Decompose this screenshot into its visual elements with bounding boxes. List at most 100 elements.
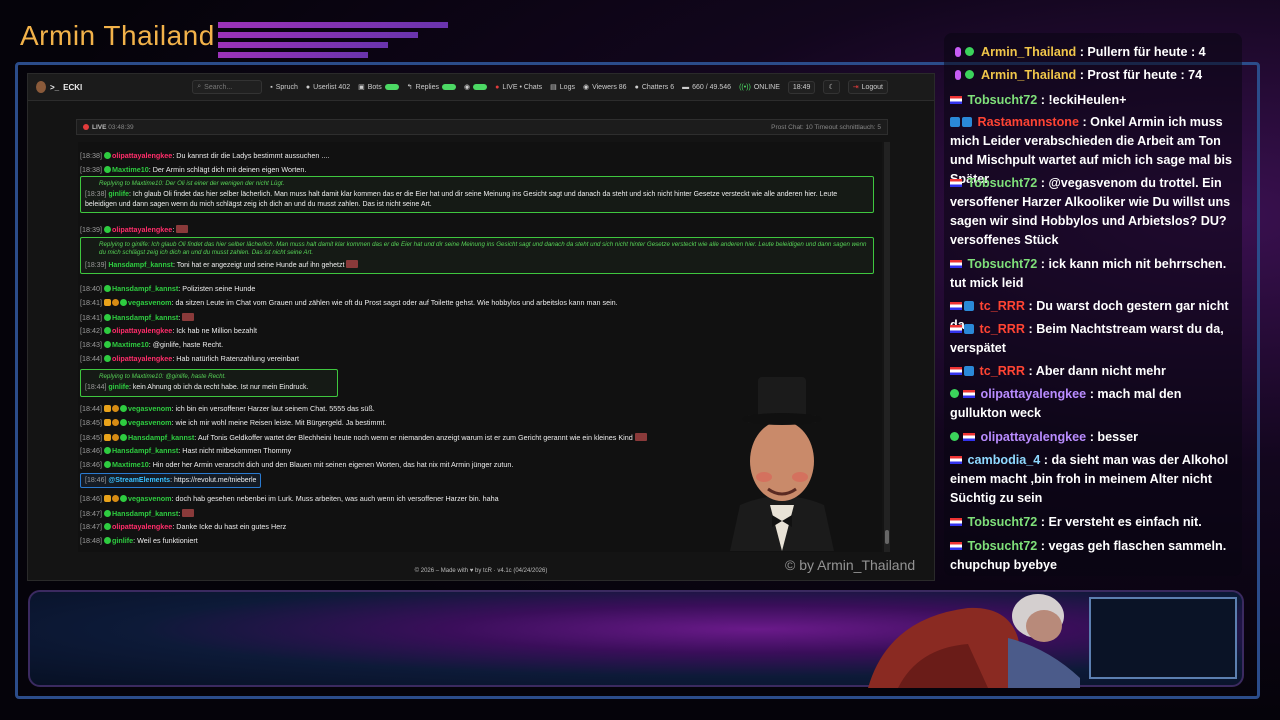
overlay-chat-username: Tobsucht72 <box>967 93 1038 107</box>
live-stats: Prost Chat: 10 Timeout schnittlauch: 5 <box>771 123 881 131</box>
chat-username[interactable]: ginlife <box>112 536 133 545</box>
chat-username[interactable]: @StreamElements <box>108 477 170 484</box>
chat-username[interactable]: Hansdampf_kannst <box>128 433 194 442</box>
reply-context-text: Replying to Maxtime10: Der Oli ist einer… <box>99 180 285 187</box>
message-timestamp: [18:46] <box>85 477 107 484</box>
chatters-counter[interactable]: ● Chatters 6 <box>635 84 675 91</box>
chat-username[interactable]: olipattayalengkee <box>112 151 172 160</box>
chat-username[interactable]: vegasvenom <box>128 404 172 413</box>
userlist-button[interactable]: ● Userlist 402 <box>306 84 350 91</box>
message-timestamp: [18:46] <box>80 494 102 503</box>
verified-icon <box>103 285 111 292</box>
chat-message: [18:40] Hansdampf_kannst: Polizisten sei… <box>80 285 255 292</box>
logs-button[interactable]: ▤ Logs <box>550 83 575 92</box>
chat-username[interactable]: vegasvenom <box>128 494 172 503</box>
reply-body: [18:38] ginlife: Ich glaub Oli findet da… <box>85 190 869 209</box>
clock: 18:49 <box>787 80 816 94</box>
overlay-chat: Armin_Thailand : Pullern für heute : 4 A… <box>944 33 1242 576</box>
chat-username[interactable]: Maxtime10 <box>112 460 149 469</box>
emote-icon <box>182 313 195 321</box>
live-chats-button[interactable]: ● LIVE • Chats <box>495 84 542 91</box>
overlay-chat-message: Tobsucht72 : @vegasvenom du trottel. Ein… <box>950 174 1236 250</box>
chat-username[interactable]: Hansdampf_kannst <box>112 284 178 293</box>
overlay-chat-message: tc_RRR : Aber dann nicht mehr <box>950 362 1236 381</box>
subscriber-badge-icon <box>103 495 111 502</box>
message-text: : <box>178 313 181 322</box>
theme-toggle[interactable]: ☾ <box>823 80 840 94</box>
chat-username[interactable]: vegasvenom <box>128 298 172 307</box>
chat-username[interactable]: olipattayalengkee <box>112 326 172 335</box>
replies-toggle[interactable]: ↰ Replies <box>407 83 456 91</box>
message-text: : Hast nicht mitbekommen Thommy <box>178 446 292 455</box>
replies-switch[interactable] <box>442 84 456 90</box>
verified-icon <box>103 226 111 233</box>
reply-context: Replying to ginlife: Ich glaub Oli finde… <box>85 241 869 258</box>
visibility-toggle[interactable]: ◉ <box>464 83 488 91</box>
message-text: : Ich glaub Oli findet das hier selber l… <box>85 191 838 208</box>
viewers-counter[interactable]: ◉ Viewers 86 <box>583 83 627 92</box>
logout-button[interactable]: ⇥ Logout <box>847 80 889 94</box>
verified-icon <box>119 434 127 441</box>
live-status-bar: LIVE 03:48:39 Prost Chat: 10 Timeout sch… <box>76 119 888 135</box>
reply-body: [18:39] Hansdampf_kannst: Toni hat er an… <box>85 259 869 270</box>
message-timestamp: [18:41] <box>80 298 102 307</box>
message-timestamp: [18:39] <box>80 225 102 234</box>
spruch-button[interactable]: ▪ Spruch <box>270 84 298 91</box>
chat-username[interactable]: Maxtime10 <box>112 165 149 174</box>
online-icon: ((•)) <box>739 83 751 91</box>
chat-username[interactable]: Hansdampf_kannst <box>108 262 173 269</box>
chat-message: [18:41] vegasvenom: da sitzen Leute im C… <box>80 299 618 306</box>
chat-message: [18:38] olipattayalengkee: Du kannst dir… <box>80 152 329 159</box>
message-text: : @ginlife, haste Recht. <box>148 340 224 349</box>
message-timestamp: [18:47] <box>80 522 102 531</box>
overlay-chat-text: : Er versteht es einfach nit. <box>1037 515 1202 529</box>
chat-username[interactable]: vegasvenom <box>128 418 172 427</box>
moderator-badge-icon <box>964 301 974 311</box>
overlay-chat-username: tc_RRR <box>979 299 1026 313</box>
message-timestamp: [18:44] <box>85 384 107 392</box>
chat-username[interactable]: Maxtime10 <box>112 340 149 349</box>
subscriber-badge-icon <box>103 419 111 426</box>
app-title-text: ECKI <box>63 82 83 92</box>
overlay-chat-message: Armin_Thailand : Prost für heute : 74 <box>950 66 1236 85</box>
chat-scrollbar[interactable] <box>884 142 890 552</box>
chat-username[interactable]: ginlife <box>108 384 129 391</box>
message-text: : Hab natürlich Ratenzahlung vereinbart <box>172 354 299 363</box>
chat-username[interactable]: olipattayalengkee <box>112 522 172 531</box>
chatters-label: Chatters 6 <box>641 83 675 91</box>
chat-username[interactable]: olipattayalengkee <box>112 225 172 234</box>
message-text: : <box>172 225 175 234</box>
message-timestamp: [18:45] <box>80 433 102 442</box>
message-text: : Auf Tonis Geldkoffer wartet der Blechh… <box>194 433 633 442</box>
chat-username[interactable]: Hansdampf_kannst <box>112 509 178 518</box>
secondary-camera <box>1089 597 1237 679</box>
microphone-icon <box>955 70 961 80</box>
microphone-icon <box>955 47 961 57</box>
bots-toggle[interactable]: ▣ Bots <box>358 83 399 91</box>
message-text: : Toni hat er angezeigt und seine Hunde … <box>172 261 345 269</box>
flag-icon <box>950 542 962 550</box>
chat-message: [18:46] Hansdampf_kannst: Hast nicht mit… <box>80 447 291 454</box>
verified-icon <box>119 495 127 502</box>
bots-switch[interactable] <box>384 84 399 90</box>
emote-icon <box>346 259 359 268</box>
chat-username[interactable]: Hansdampf_kannst <box>112 446 178 455</box>
overlay-chat-username: tc_RRR <box>979 364 1026 378</box>
chat-username[interactable]: olipattayalengkee <box>112 354 172 363</box>
subscriber-badge-icon <box>103 405 111 412</box>
emote-icon <box>634 433 647 441</box>
search-input[interactable]: ⌕ Search... <box>192 80 263 94</box>
eye-icon: ◉ <box>464 84 471 91</box>
message-timestamp: [18:47] <box>80 509 102 518</box>
chat-message: [18:47] olipattayalengkee: Danke Icke du… <box>80 523 286 530</box>
bits-badge-icon <box>111 434 119 441</box>
chat-message: [18:45] Hansdampf_kannst: Auf Tonis Geld… <box>80 433 647 441</box>
search-placeholder: Search... <box>204 83 233 91</box>
scroll-thumb[interactable] <box>885 530 889 544</box>
chat-username[interactable]: Hansdampf_kannst <box>112 313 178 322</box>
chat-username[interactable]: ginlife <box>108 191 129 198</box>
verified-icon <box>103 152 111 159</box>
chat-message: [18:45] vegasvenom: wie ich mir wohl mei… <box>80 419 386 426</box>
visibility-switch[interactable] <box>473 84 488 90</box>
overlay-chat-text: : Prost für heute : 74 <box>1076 68 1203 82</box>
